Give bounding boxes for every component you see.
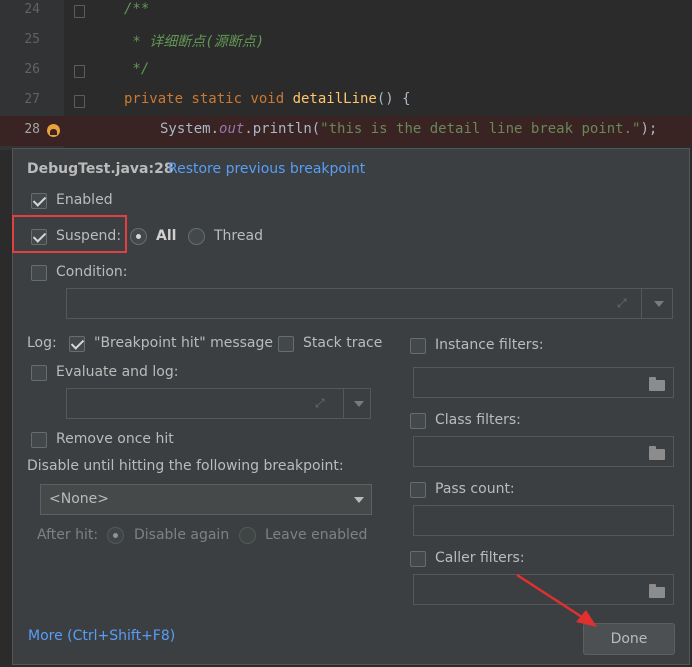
class-filters-checkbox[interactable] [410,413,426,429]
instance-filters-checkbox[interactable] [410,338,426,354]
line-number: 24 [24,2,40,17]
code-plain: ); [640,121,658,137]
code-line: 25 * 详细断点(源断点) [0,26,692,56]
chevron-down-icon[interactable] [354,497,364,503]
folder-icon[interactable] [649,446,665,460]
code-editor: 24 /** 25 * 详细断点(源断点) 26 */ 27 private s… [0,0,692,150]
fold-icon[interactable] [74,95,85,108]
code-line: 27 private static void detailLine() { [0,86,692,116]
expand-icon[interactable]: ⤢ [617,297,629,309]
caller-filters-field[interactable] [413,574,674,605]
suspend-thread-label: Thread [214,228,263,244]
done-button[interactable]: Done [583,623,675,655]
code-function: detailLine [292,91,377,107]
fold-icon[interactable] [74,65,85,78]
condition-label: Condition: [56,264,128,280]
code-plain: .println( [244,121,321,137]
dropdown-separator [641,289,642,318]
code-text: /** [124,1,150,17]
disable-until-label: Disable until hitting the following brea… [27,458,344,474]
code-keyword: private static void [124,91,293,107]
code-plain: () { [376,91,411,107]
pass-count-field[interactable] [413,505,674,536]
remove-once-checkbox[interactable] [31,432,47,448]
evaluate-log-label: Evaluate and log: [56,364,179,380]
folder-icon[interactable] [649,584,665,598]
line-number: 28 [24,122,40,137]
leave-enabled-radio[interactable] [239,527,256,544]
log-message-label: "Breakpoint hit" message [94,335,274,351]
code-text: System.out.println("this is the detail l… [160,121,657,137]
code-plain: System. [160,121,220,137]
fold-icon[interactable] [74,5,85,18]
caller-filters-checkbox[interactable] [410,551,426,567]
suspend-checkbox[interactable] [31,229,47,245]
pass-count-checkbox[interactable] [410,482,426,498]
caller-filters-label: Caller filters: [435,550,525,566]
remove-once-label: Remove once hit [56,431,174,447]
breakpoint-dialog: DebugTest.java:28 Restore previous break… [12,148,690,665]
line-number: 27 [24,92,40,107]
after-hit-label: After hit: [37,527,99,543]
instance-filters-field[interactable] [413,367,674,398]
code-line-breakpoint: 28 System.out.println("this is the detai… [0,116,692,146]
enabled-checkbox[interactable] [31,193,47,209]
breakpoint-icon[interactable] [47,124,60,137]
line-number: 26 [24,62,40,77]
code-text: */ [124,61,150,77]
code-line: 26 */ [0,56,692,86]
disable-until-select[interactable]: <None> [40,484,372,515]
enabled-label: Enabled [56,192,113,208]
class-filters-field[interactable] [413,436,674,467]
code-field: out [219,121,245,137]
pass-count-label: Pass count: [435,481,515,497]
folder-icon[interactable] [649,377,665,391]
leave-enabled-label: Leave enabled [265,527,368,543]
stack-trace-checkbox[interactable] [278,336,294,352]
instance-filters-label: Instance filters: [435,337,544,353]
disable-again-label: Disable again [134,527,230,543]
evaluate-log-checkbox[interactable] [31,365,47,381]
breakpoint-location: DebugTest.java:28 [27,161,174,177]
condition-checkbox[interactable] [31,265,47,281]
disable-again-radio[interactable] [107,527,124,544]
code-text: private static void detailLine() { [124,91,411,107]
code-line: 24 /** [0,0,692,26]
expand-icon[interactable]: ⤢ [315,397,327,409]
dropdown-separator [343,389,344,418]
more-link[interactable]: More (Ctrl+Shift+F8) [28,628,175,644]
chevron-down-icon[interactable] [354,401,364,407]
stack-trace-label: Stack trace [303,335,383,351]
log-message-checkbox[interactable] [69,336,85,352]
disable-until-value: <None> [49,491,109,507]
class-filters-label: Class filters: [435,412,521,428]
line-number: 25 [24,32,40,47]
suspend-all-radio[interactable] [130,228,147,245]
restore-breakpoint-link[interactable]: Restore previous breakpoint [168,161,365,177]
suspend-label: Suspend: [56,228,122,244]
log-label: Log: [27,335,57,351]
chevron-down-icon[interactable] [654,301,664,307]
evaluate-log-field[interactable]: ⤢ [66,388,371,419]
code-string: "this is the detail line break point." [320,121,641,137]
suspend-thread-radio[interactable] [188,228,205,245]
code-text: * 详细断点(源断点) [124,34,265,50]
condition-field[interactable]: ⤢ [66,288,673,319]
suspend-all-label: All [156,228,177,244]
